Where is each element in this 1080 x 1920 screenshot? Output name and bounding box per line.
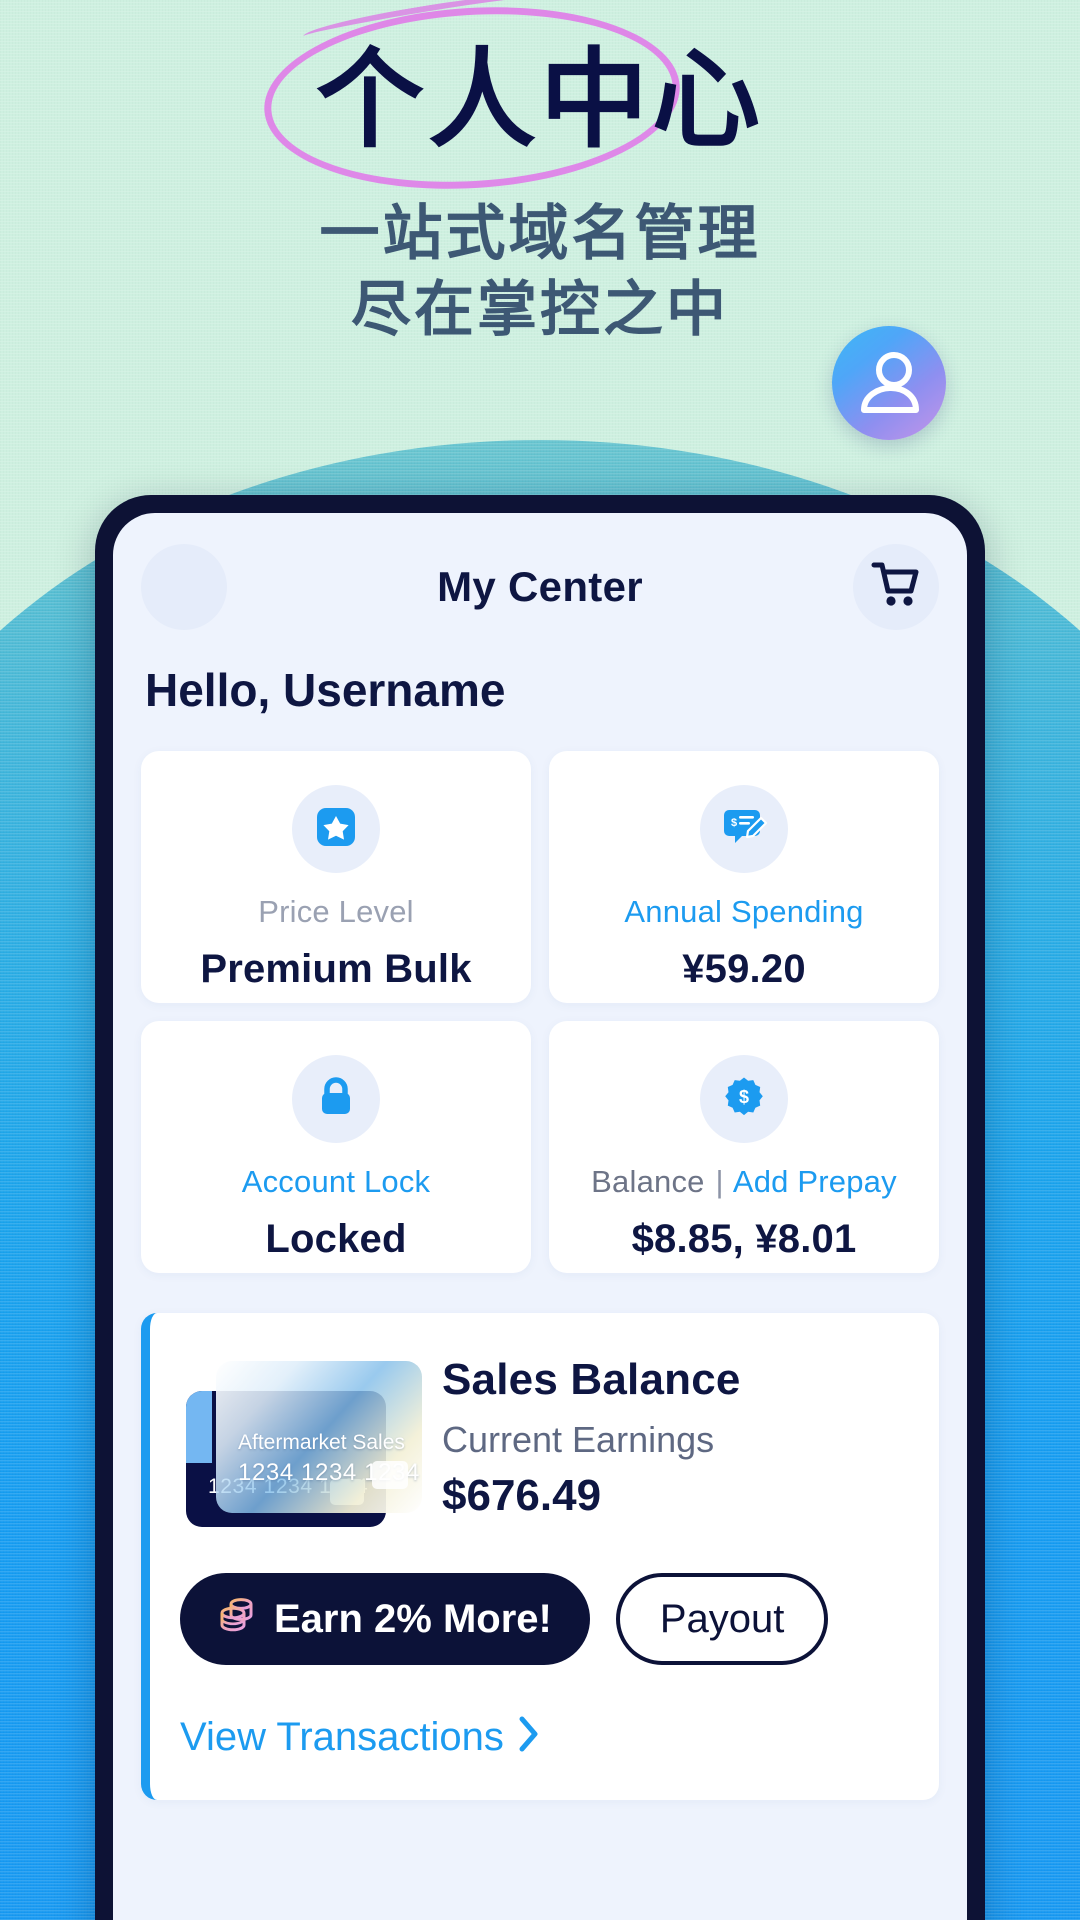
shopping-cart-icon	[871, 561, 921, 614]
phone-mockup-frame: My Center Hello, Username Price Level Pr…	[95, 495, 985, 1920]
coins-stack-icon	[218, 1593, 258, 1645]
stat-value-balance: $8.85, ¥8.01	[631, 1217, 857, 1262]
greeting-text: Hello, Username	[145, 664, 506, 716]
lock-icon-wrap	[292, 1055, 380, 1143]
lock-icon	[316, 1075, 356, 1124]
svg-text:$: $	[739, 1087, 749, 1107]
avatar[interactable]	[832, 326, 946, 440]
credit-card-front-chip	[372, 1461, 408, 1489]
credit-card-front-label: Aftermarket Sales	[238, 1431, 405, 1454]
sales-balance-title: Sales Balance	[442, 1355, 741, 1404]
sales-balance-actions: Earn 2% More! Payout	[180, 1573, 905, 1665]
hero-subtitle-line-1: 一站式域名管理	[319, 199, 761, 267]
view-transactions-label: View Transactions	[180, 1715, 504, 1759]
current-earnings-label: Current Earnings	[442, 1419, 715, 1460]
stat-card-price-level[interactable]: Price Level Premium Bulk	[141, 751, 531, 1003]
app-bar-title: My Center	[437, 563, 643, 610]
stat-label-balance: Balance | Add Prepay	[563, 1164, 925, 1199]
payout-button[interactable]: Payout	[615, 1573, 829, 1665]
sales-balance-card: 1234 1234 1234 Aftermarket Sales 1234 12…	[141, 1313, 939, 1800]
page-stage: 个人中心 一站式域名管理 尽在掌控之中 My Center Hello, Use…	[0, 0, 1080, 1920]
invoice-edit-icon: $	[721, 806, 768, 853]
page-title: 个人中心	[315, 39, 764, 160]
stat-label-balance-prefix: Balance	[591, 1164, 705, 1199]
add-prepay-link[interactable]: Add Prepay	[733, 1164, 897, 1199]
hero-header: 个人中心 一站式域名管理 尽在掌控之中	[0, 0, 1080, 347]
phone-screen: My Center Hello, Username Price Level Pr…	[113, 513, 967, 1920]
stat-card-annual-spending[interactable]: $ Annual Spending ¥59.20	[549, 751, 939, 1003]
dollar-badge-icon-wrap: $	[700, 1055, 788, 1143]
stat-value-annual-spending: ¥59.20	[682, 947, 806, 992]
stat-card-account-lock[interactable]: Account Lock Locked	[141, 1021, 531, 1273]
stat-label-price-level: Price Level	[258, 894, 414, 929]
sales-balance-top: 1234 1234 1234 Aftermarket Sales 1234 12…	[180, 1345, 905, 1531]
stat-label-balance-separator: |	[715, 1164, 724, 1199]
shopping-cart-button[interactable]	[853, 544, 939, 630]
credit-card-front: Aftermarket Sales 1234 1234 1234	[216, 1361, 422, 1513]
chevron-right-icon	[518, 1716, 540, 1759]
view-transactions-link[interactable]: View Transactions	[180, 1715, 905, 1760]
current-earnings-amount: $676.49	[442, 1471, 602, 1520]
dollar-badge-icon: $	[723, 1076, 765, 1123]
sales-balance-texts: Sales Balance Current Earnings $676.49	[442, 1345, 741, 1521]
user-avatar-icon	[858, 350, 920, 416]
credit-card-stack-illustration: 1234 1234 1234 Aftermarket Sales 1234 12…	[180, 1353, 432, 1531]
stat-value-price-level: Premium Bulk	[200, 947, 472, 992]
hero-title-wrap: 个人中心	[258, 0, 810, 201]
stat-value-account-lock: Locked	[265, 1217, 407, 1262]
star-badge-icon-wrap	[292, 785, 380, 873]
svg-text:$: $	[731, 817, 737, 829]
payout-button-label: Payout	[659, 1596, 785, 1641]
stat-label-account-lock[interactable]: Account Lock	[155, 1164, 517, 1199]
stat-label-annual-spending[interactable]: Annual Spending	[563, 894, 925, 929]
invoice-edit-icon-wrap: $	[700, 785, 788, 873]
star-badge-icon	[314, 805, 358, 854]
app-bar: My Center	[141, 539, 939, 635]
stat-card-grid: Price Level Premium Bulk $ Annual Spendi…	[141, 751, 939, 1273]
stat-card-balance[interactable]: $ Balance | Add Prepay $8.85, ¥8.01	[549, 1021, 939, 1273]
earn-more-button[interactable]: Earn 2% More!	[180, 1573, 590, 1665]
hamburger-menu-button[interactable]	[141, 544, 227, 630]
earn-more-button-label: Earn 2% More!	[274, 1596, 552, 1641]
